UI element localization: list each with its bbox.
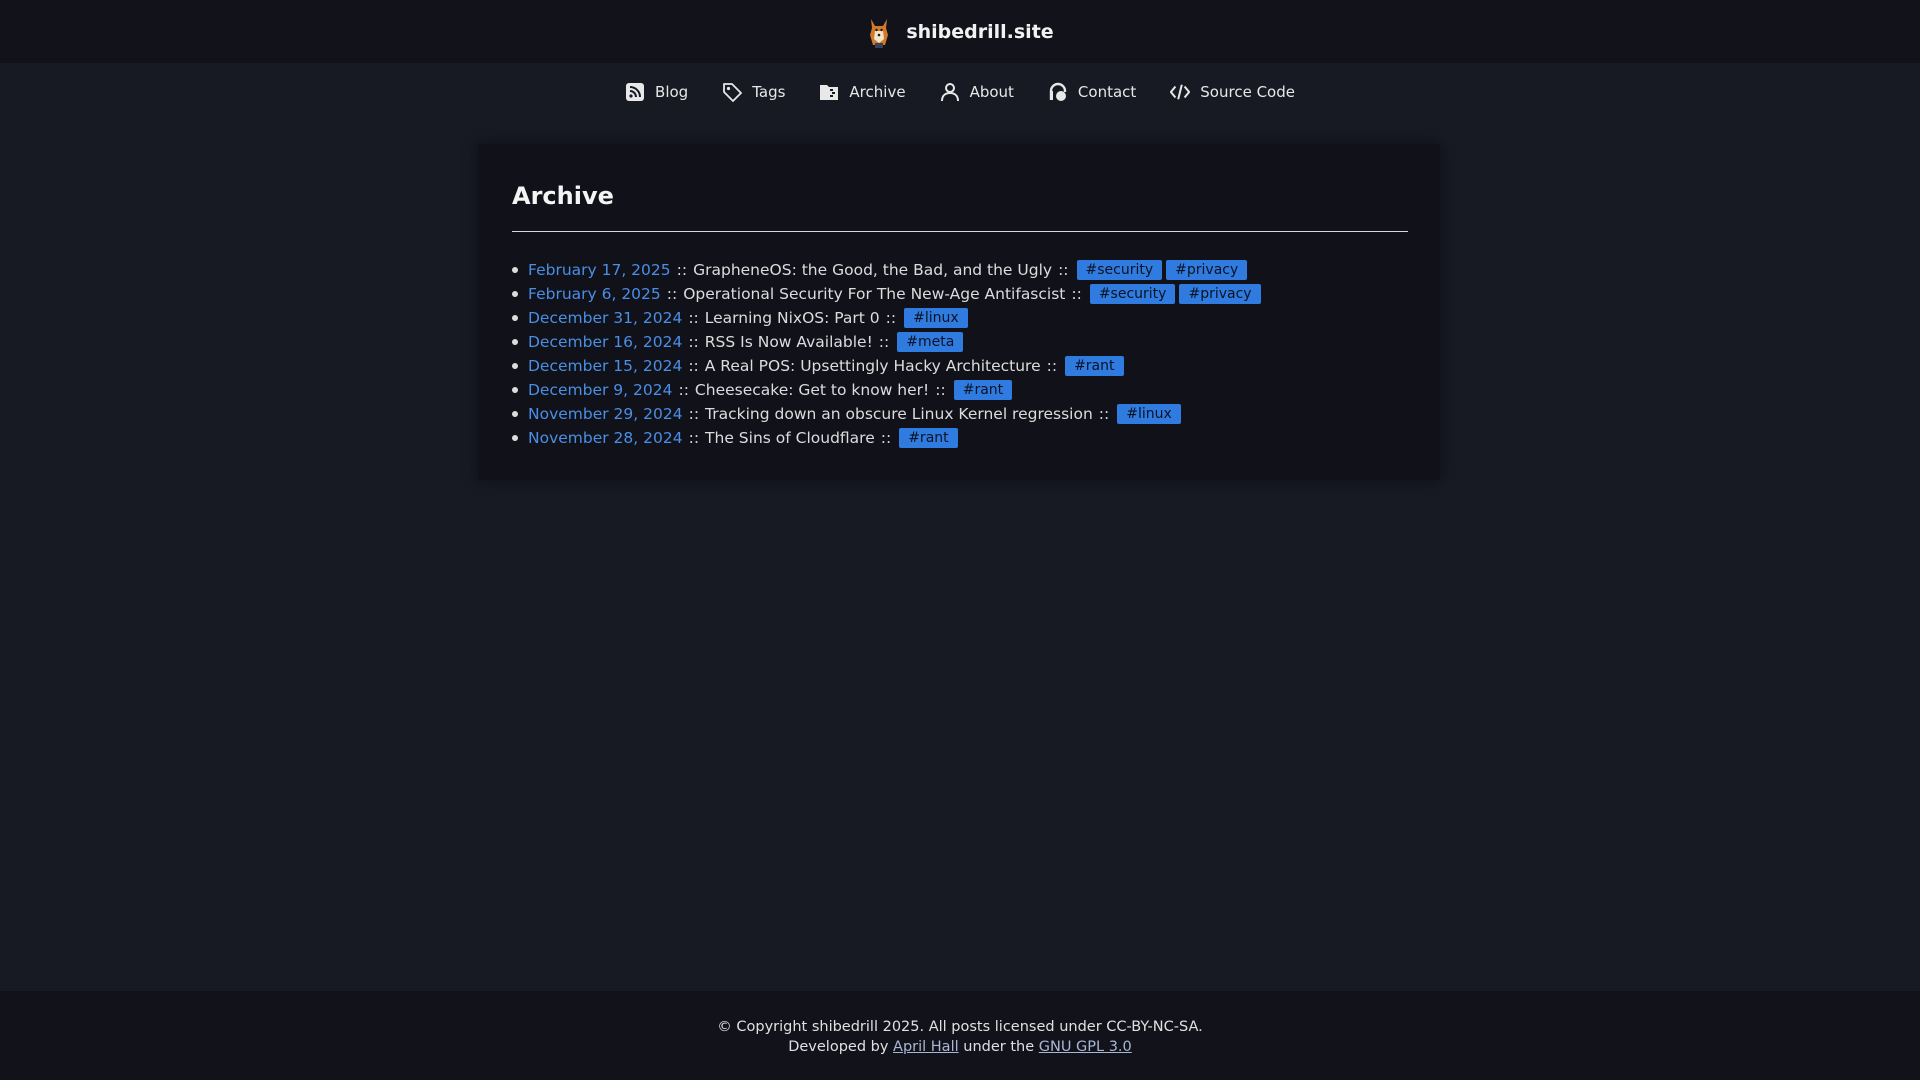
tag-badge[interactable]: #privacy — [1166, 260, 1248, 280]
nav-item-source-code[interactable]: Source Code — [1170, 82, 1295, 102]
bullet-icon — [512, 411, 518, 417]
bullet-icon — [512, 339, 518, 345]
post-title-link[interactable]: Tracking down an obscure Linux Kernel re… — [705, 405, 1093, 423]
separator: :: — [688, 309, 699, 327]
list-item: December 15, 2024:: A Real POS: Upsetting… — [512, 354, 1265, 378]
developed-by-text: Developed by — [788, 1039, 889, 1055]
separator: :: — [676, 261, 688, 279]
page: shibedrill.site Blog Tags Archive About … — [0, 0, 1920, 1080]
rss-icon — [626, 83, 645, 101]
post-date-link[interactable]: December 16, 2024 — [528, 333, 682, 351]
post-date-link[interactable]: February 6, 2025 — [528, 285, 661, 303]
license-prefix-text: under the — [963, 1039, 1035, 1055]
post-date-link[interactable]: November 29, 2024 — [528, 405, 683, 423]
tag-badge[interactable]: #rant — [899, 428, 958, 448]
tag-badge[interactable]: #rant — [1065, 356, 1124, 376]
nav-label-blog: Blog — [655, 83, 689, 101]
site-title-link[interactable]: shibedrill.site — [906, 21, 1053, 43]
post-list: February 17, 2025:: GrapheneOS: the Good,… — [512, 258, 1265, 450]
page-title: Archive — [512, 182, 614, 210]
nav-label-source-code: Source Code — [1200, 83, 1295, 101]
user-icon — [940, 83, 959, 102]
separator: :: — [1058, 261, 1069, 279]
bullet-icon — [512, 363, 518, 369]
bullet-icon — [512, 291, 518, 297]
tag-badge[interactable]: #linux — [1117, 404, 1181, 424]
nav-label-contact: Contact — [1077, 83, 1137, 101]
nav-item-tags[interactable]: Tags — [722, 82, 785, 102]
tag-badge[interactable]: #rant — [953, 380, 1013, 400]
bullet-icon — [512, 267, 518, 273]
bullet-icon — [512, 315, 518, 321]
tag-badge[interactable]: #linux — [904, 308, 968, 328]
separator: :: — [880, 429, 892, 447]
site-header: shibedrill.site — [0, 0, 1920, 63]
post-title-link[interactable]: Cheesecake: Get to know her! — [695, 381, 929, 399]
archive-icon — [820, 85, 839, 100]
tag-icon — [723, 83, 743, 102]
archive-card: Archive February 17, 2025:: GrapheneOS: t… — [478, 144, 1440, 480]
post-title-link[interactable]: A Real POS: Upsettingly Hacky Architectu… — [705, 357, 1041, 375]
nav-item-blog[interactable]: Blog — [625, 82, 688, 102]
developer-link[interactable]: April Hall — [893, 1039, 959, 1055]
post-date-link[interactable]: December 9, 2024 — [528, 381, 672, 399]
separator: :: — [885, 309, 897, 327]
separator: :: — [1098, 405, 1110, 423]
list-item: December 16, 2024:: RSS Is Now Available!… — [512, 330, 1265, 354]
post-date-link[interactable]: November 28, 2024 — [528, 429, 683, 447]
list-item: November 28, 2024:: The Sins of Cloudflar… — [512, 426, 1265, 450]
nav-label-archive: Archive — [849, 83, 906, 101]
list-item: November 29, 2024:: Tracking down an obsc… — [512, 402, 1265, 426]
separator: :: — [666, 285, 678, 303]
separator: :: — [688, 405, 700, 423]
separator: :: — [935, 381, 946, 399]
main-nav: Blog Tags Archive About Contact Source C… — [0, 63, 1920, 121]
title-divider — [512, 231, 1408, 232]
separator: :: — [678, 381, 689, 399]
list-item: February 17, 2025:: GrapheneOS: the Good,… — [512, 258, 1265, 282]
contact-icon — [1049, 82, 1067, 101]
post-date-link[interactable]: December 15, 2024 — [528, 357, 682, 375]
post-title-link[interactable]: The Sins of Cloudflare — [705, 429, 875, 447]
list-item: December 31, 2024:: Learning NixOS: Part … — [512, 306, 1265, 330]
bullet-icon — [512, 435, 518, 441]
separator: :: — [1071, 285, 1082, 303]
post-date-link[interactable]: February 17, 2025 — [528, 261, 671, 279]
tag-badge[interactable]: #security — [1089, 284, 1176, 304]
tag-badge[interactable]: #meta — [897, 332, 964, 352]
copyright-text: © Copyright shibedrill 2025. All posts l… — [717, 1019, 1203, 1035]
shiba-dog-logo[interactable] — [866, 15, 892, 49]
list-item: February 6, 2025:: Operational Security F… — [512, 282, 1265, 306]
post-title-link[interactable]: RSS Is Now Available! — [705, 333, 873, 351]
nav-label-tags: Tags — [752, 83, 786, 101]
post-title-link[interactable]: Learning NixOS: Part 0 — [705, 309, 880, 327]
separator: :: — [688, 357, 699, 375]
nav-item-archive[interactable]: Archive — [819, 82, 906, 102]
license-link[interactable]: GNU GPL 3.0 — [1039, 1039, 1132, 1055]
post-title-link[interactable]: GrapheneOS: the Good, the Bad, and the U… — [693, 261, 1052, 279]
post-date-link[interactable]: December 31, 2024 — [528, 309, 682, 327]
separator: :: — [688, 429, 700, 447]
site-footer: © Copyright shibedrill 2025. All posts l… — [0, 991, 1920, 1080]
nav-item-about[interactable]: About — [940, 82, 1014, 102]
post-title-link[interactable]: Operational Security For The New-Age Ant… — [683, 285, 1065, 303]
tag-badge[interactable]: #privacy — [1179, 284, 1261, 304]
bullet-icon — [512, 387, 518, 393]
separator: :: — [688, 333, 699, 351]
developer-line: Developed by April Hall under the GNU GP… — [0, 1037, 1920, 1057]
list-item: December 9, 2024:: Cheesecake: Get to kno… — [512, 378, 1265, 402]
tag-badge[interactable]: #security — [1076, 260, 1163, 280]
code-icon — [1170, 84, 1191, 100]
nav-item-contact[interactable]: Contact — [1048, 82, 1136, 102]
separator: :: — [1046, 357, 1058, 375]
nav-label-about: About — [969, 83, 1014, 101]
separator: :: — [878, 333, 890, 351]
